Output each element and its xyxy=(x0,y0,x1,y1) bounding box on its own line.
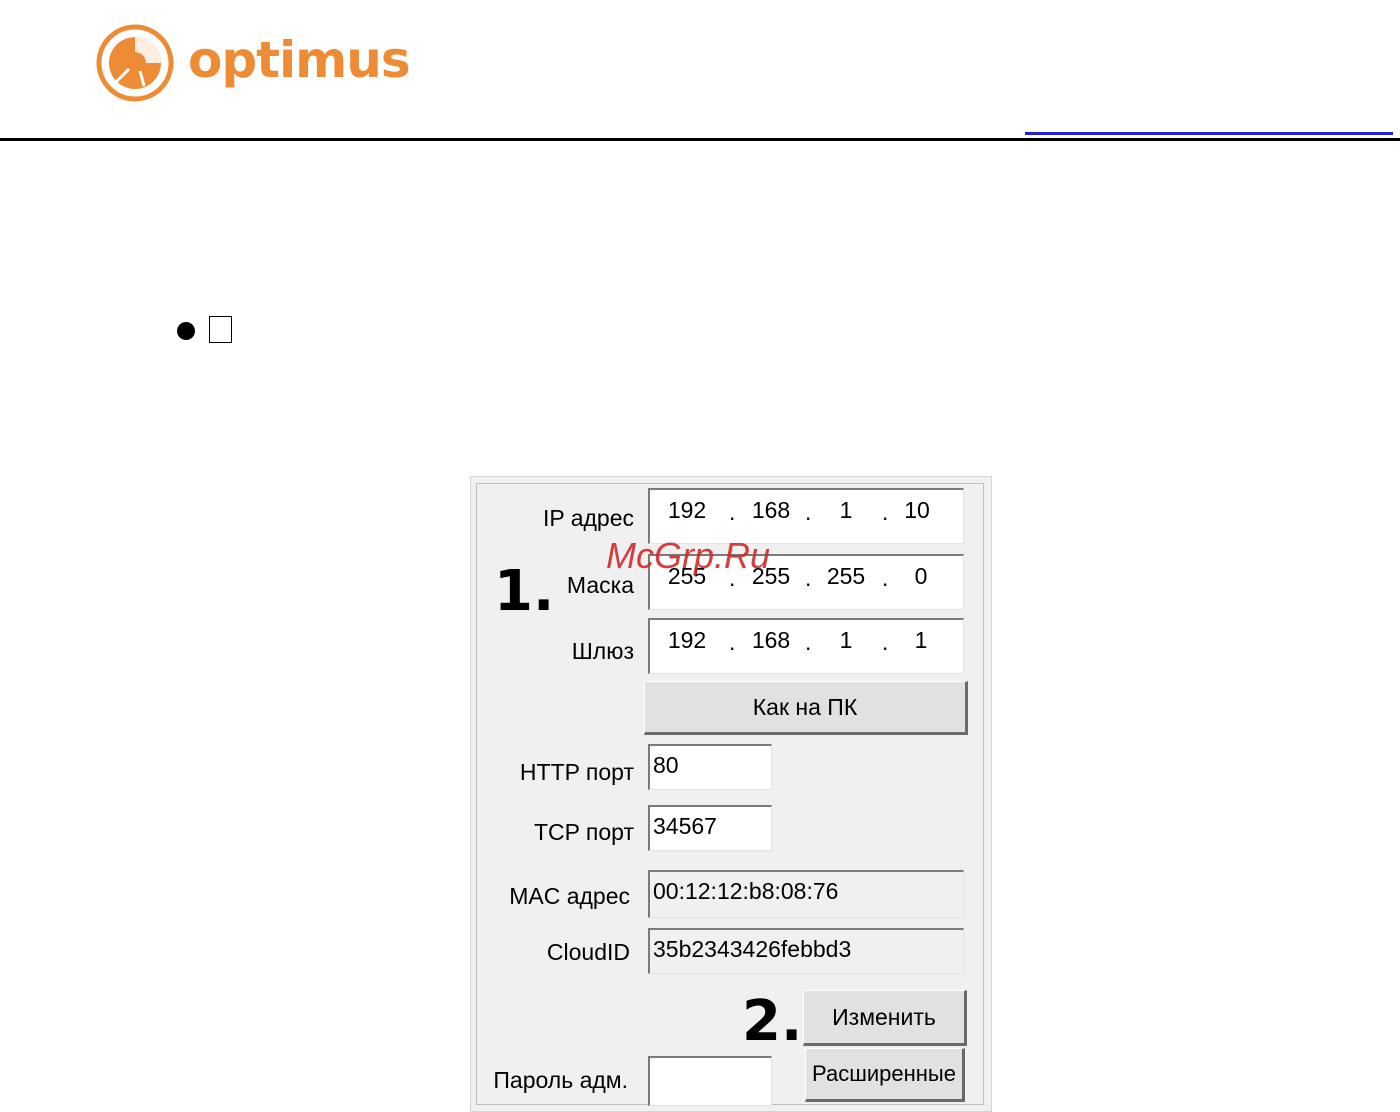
ip-octet-1: 192 xyxy=(667,497,707,523)
admin-password-label: Пароль адм. xyxy=(493,1067,628,1093)
gateway-separator: . xyxy=(805,629,812,655)
gateway-separator: . xyxy=(729,629,736,655)
mac-address-label: MAC адрес xyxy=(509,883,630,909)
ip-octet-4: 10 xyxy=(904,497,930,523)
gateway-label: Шлюз xyxy=(571,638,634,664)
gateway-field[interactable]: 192 . 168 . 1 . 1 xyxy=(648,618,964,674)
mask-separator: . xyxy=(805,565,812,591)
cloud-id-field[interactable]: 35b2343426febbd3 xyxy=(648,928,964,974)
mac-address-field[interactable]: 00:12:12:b8:08:76 xyxy=(648,870,964,918)
http-port-value: 80 xyxy=(653,752,679,778)
tcp-port-field[interactable]: 34567 xyxy=(648,805,772,851)
ip-separator: . xyxy=(805,499,812,525)
tcp-port-label: TCP порт xyxy=(533,819,634,845)
mask-octet-4: 0 xyxy=(914,563,928,589)
ip-octet-2: 168 xyxy=(751,497,791,523)
cloud-id-value: 35b2343426febbd3 xyxy=(653,936,852,962)
copy-from-pc-button[interactable]: Как на ПК xyxy=(644,681,968,735)
missing-glyph-box-icon xyxy=(209,316,232,343)
cloud-id-label: CloudID xyxy=(546,939,630,965)
gateway-separator: . xyxy=(882,629,889,655)
http-port-label: HTTP порт xyxy=(519,759,634,785)
gateway-octet-1: 192 xyxy=(667,627,707,653)
ip-separator: . xyxy=(729,499,736,525)
header-divider xyxy=(0,138,1400,141)
ip-separator: . xyxy=(882,499,889,525)
ip-octet-3: 1 xyxy=(839,497,853,523)
optimus-logo-icon xyxy=(96,24,174,102)
brand-name: optimus xyxy=(188,31,411,89)
mask-octet-3: 255 xyxy=(826,563,866,589)
step-2-marker: 2. xyxy=(742,989,803,1054)
gateway-octet-2: 168 xyxy=(751,627,791,653)
mac-address-value: 00:12:12:b8:08:76 xyxy=(653,878,839,904)
ip-address-label: IP адрес xyxy=(542,505,634,531)
watermark: McGrp.Ru xyxy=(606,535,771,576)
http-port-field[interactable]: 80 xyxy=(648,744,772,790)
bullet-icon xyxy=(177,322,195,340)
tcp-port-value: 34567 xyxy=(653,813,717,839)
mask-separator: . xyxy=(882,565,889,591)
gateway-octet-3: 1 xyxy=(839,627,853,653)
gateway-octet-4: 1 xyxy=(914,627,928,653)
change-button[interactable]: Изменить xyxy=(803,990,967,1046)
header-link-underline[interactable] xyxy=(1025,132,1393,135)
admin-password-field[interactable] xyxy=(648,1056,772,1106)
advanced-button[interactable]: Расширенные xyxy=(805,1048,965,1102)
